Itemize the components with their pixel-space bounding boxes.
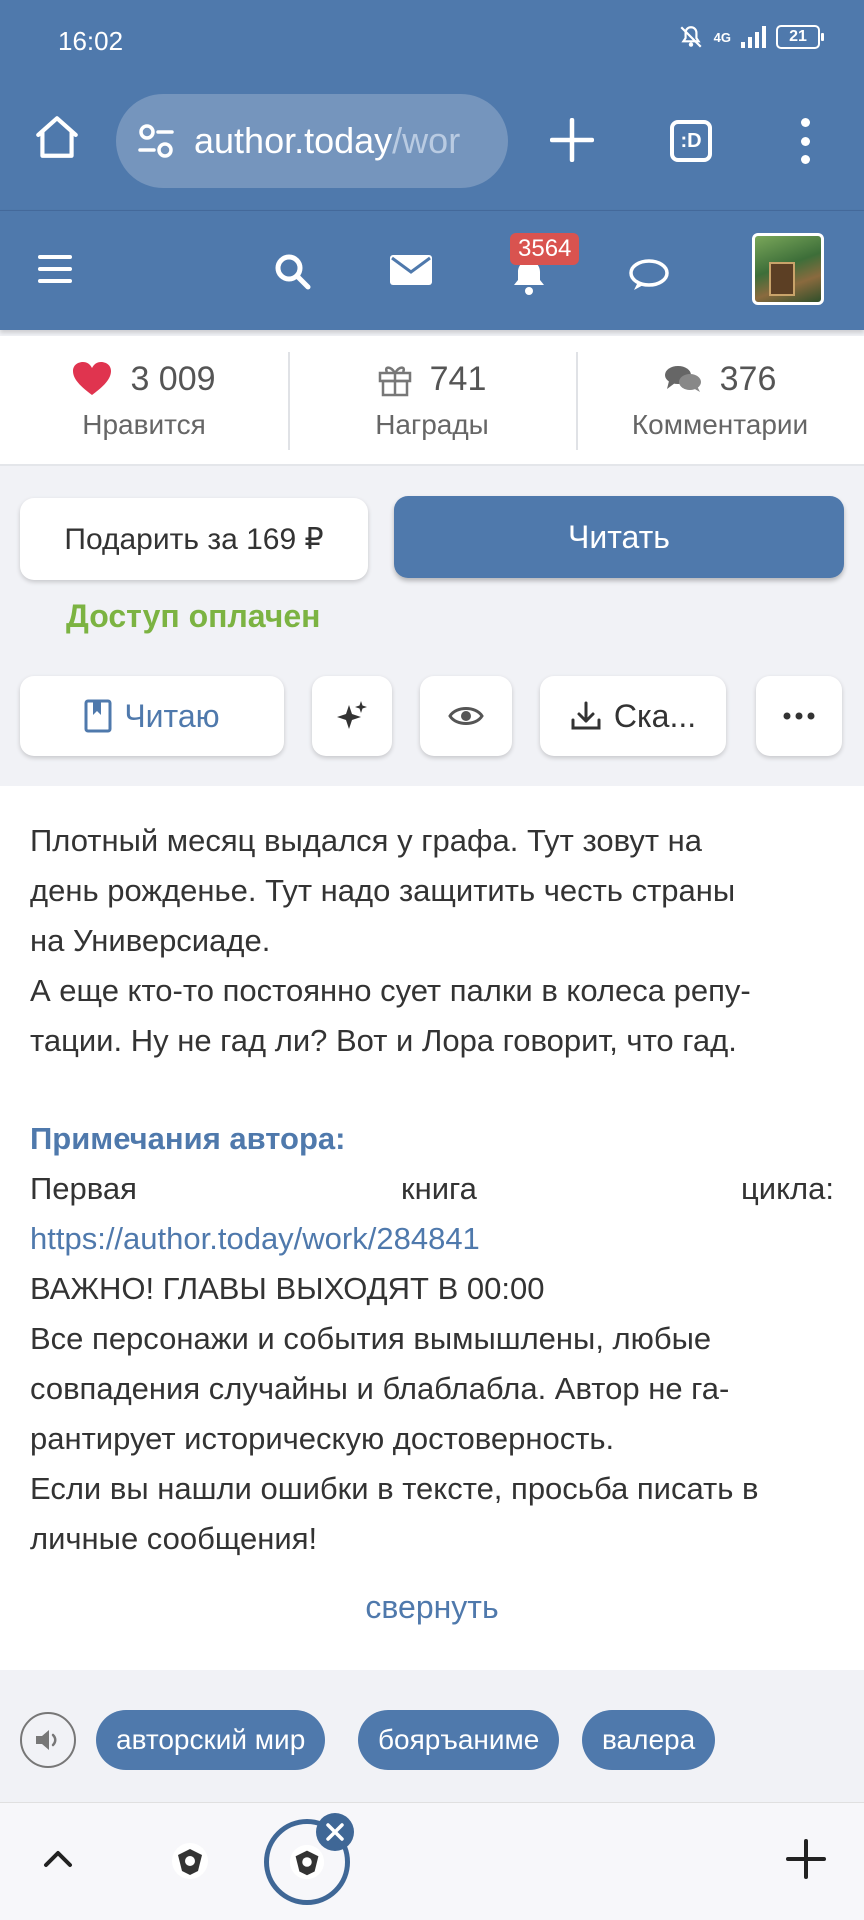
desc-line: А еще кто-то постоянно сует палки в коле… bbox=[30, 973, 751, 1008]
desc-line: Если вы нашли ошибки в тексте, просьба п… bbox=[30, 1471, 759, 1506]
download-icon bbox=[571, 701, 601, 730]
mute-bell-icon bbox=[680, 26, 702, 48]
new-tab-icon[interactable] bbox=[550, 118, 594, 162]
first-book-link[interactable]: https://author.today/work/284841 bbox=[30, 1221, 480, 1256]
browser-bottom-bar bbox=[0, 1802, 864, 1920]
stat-awards-value: 741 bbox=[429, 359, 487, 398]
signal-icon bbox=[741, 26, 766, 48]
collapse-link[interactable]: свернуть bbox=[30, 1582, 834, 1632]
read-button[interactable]: Читать bbox=[394, 496, 844, 578]
site-favicon-icon[interactable] bbox=[170, 1841, 210, 1881]
notifications-badge[interactable]: 3564 bbox=[510, 233, 580, 265]
watch-button[interactable] bbox=[420, 676, 512, 756]
stat-awards[interactable]: 741 Награды bbox=[288, 336, 576, 464]
desc-line: Плотный месяц выдался у графа. Тут зовут… bbox=[30, 823, 703, 858]
desc-line: рантирует историческую достоверность. bbox=[30, 1421, 615, 1456]
desc-line: тации. Ну не гад ли? Вот и Лора говорит,… bbox=[30, 1023, 737, 1058]
comments-icon bbox=[664, 366, 701, 392]
hamburger-menu-icon[interactable] bbox=[38, 255, 72, 283]
stat-awards-label: Награды bbox=[375, 408, 489, 440]
book-actions: Подарить за 169 ₽ Читать Доступ оплачен … bbox=[0, 468, 864, 786]
tag-chip[interactable]: валера bbox=[582, 1710, 716, 1770]
stat-likes-label: Нравится bbox=[82, 408, 206, 440]
more-dots-icon bbox=[783, 712, 815, 720]
first-book-word: книга bbox=[401, 1171, 477, 1206]
more-options-button[interactable] bbox=[756, 676, 842, 756]
speaker-icon bbox=[36, 1730, 57, 1750]
site-favicon-icon bbox=[289, 1844, 325, 1880]
desc-line: Все персонажи и события вымышлены, любые bbox=[30, 1321, 712, 1356]
stat-likes[interactable]: 3 009 Нравится bbox=[0, 336, 288, 464]
bookmark-book-icon bbox=[84, 699, 112, 733]
battery-icon: 21 bbox=[776, 25, 824, 49]
address-bar[interactable]: author.today/wor bbox=[116, 94, 508, 188]
mail-icon[interactable] bbox=[390, 255, 432, 285]
stat-likes-value: 3 009 bbox=[130, 359, 216, 398]
search-icon[interactable] bbox=[272, 251, 312, 291]
stat-comments-value: 376 bbox=[719, 359, 777, 398]
status-time: 16:02 bbox=[58, 26, 124, 56]
audio-button[interactable] bbox=[20, 1712, 76, 1768]
tag-chip[interactable]: бояръаниме bbox=[358, 1710, 560, 1770]
download-button[interactable]: Ска... bbox=[540, 676, 726, 756]
desc-line: день рожденье. Тут надо защитить честь с… bbox=[30, 873, 736, 908]
close-tab-button[interactable] bbox=[316, 1813, 354, 1851]
reading-status-label: Читаю bbox=[124, 697, 220, 734]
important-notice: ВАЖНО! ГЛАВЫ ВЫХОДЯТ В 00:00 bbox=[30, 1271, 545, 1306]
access-status: Доступ оплачен bbox=[66, 598, 321, 634]
gift-icon bbox=[378, 366, 411, 397]
sparkles-icon bbox=[337, 701, 367, 729]
tags-row: авторский мир бояръаниме валера bbox=[0, 1672, 864, 1802]
plus-icon[interactable] bbox=[786, 1839, 826, 1879]
reading-status-button[interactable]: Читаю bbox=[20, 676, 284, 756]
user-avatar[interactable] bbox=[752, 233, 824, 305]
url-path: /wor bbox=[392, 120, 461, 161]
home-icon[interactable] bbox=[32, 112, 82, 162]
tag-chip[interactable]: авторский мир bbox=[96, 1710, 326, 1770]
first-book-line: Первая книга цикла: bbox=[30, 1164, 834, 1214]
site-header: 3564 bbox=[0, 210, 864, 330]
tab-switcher-label: :D bbox=[680, 129, 702, 152]
browser-menu-icon[interactable] bbox=[796, 118, 814, 164]
url-host: author.today bbox=[194, 120, 393, 161]
first-book-word: Первая bbox=[30, 1171, 137, 1206]
sparkles-button[interactable] bbox=[312, 676, 392, 756]
gift-book-button[interactable]: Подарить за 169 ₽ bbox=[20, 498, 368, 580]
browser-chrome: 16:02 4G 21 author.today/wor :D bbox=[0, 0, 864, 210]
author-notes-title: Примечания автора: bbox=[30, 1121, 346, 1156]
eye-icon bbox=[448, 707, 484, 725]
desc-line: на Универсиаде. bbox=[30, 923, 271, 958]
stat-comments-label: Комментарии bbox=[631, 408, 809, 440]
first-book-word: цикла: bbox=[741, 1171, 834, 1206]
site-settings-icon[interactable] bbox=[136, 121, 176, 161]
chevron-up-icon[interactable] bbox=[40, 1841, 76, 1877]
stats-bar: 3 009 Нравится 741 Награды 376 Комментар… bbox=[0, 336, 864, 466]
heart-icon bbox=[73, 362, 112, 395]
tab-switcher-button[interactable]: :D bbox=[670, 120, 712, 162]
desc-line: личные сообщения! bbox=[30, 1521, 318, 1556]
close-icon bbox=[326, 1823, 344, 1841]
download-label: Ска... bbox=[613, 697, 697, 734]
network-type: 4G bbox=[713, 29, 731, 45]
status-icons: 4G 21 bbox=[678, 24, 824, 50]
book-description: Плотный месяц выдался у графа. Тут зовут… bbox=[0, 786, 864, 1670]
stat-comments[interactable]: 376 Комментарии bbox=[576, 336, 864, 464]
desc-line: совпадения случайны и блаблабла. Автор н… bbox=[30, 1371, 730, 1406]
chat-bubble-icon[interactable] bbox=[628, 257, 670, 293]
battery-level: 21 bbox=[789, 28, 807, 45]
